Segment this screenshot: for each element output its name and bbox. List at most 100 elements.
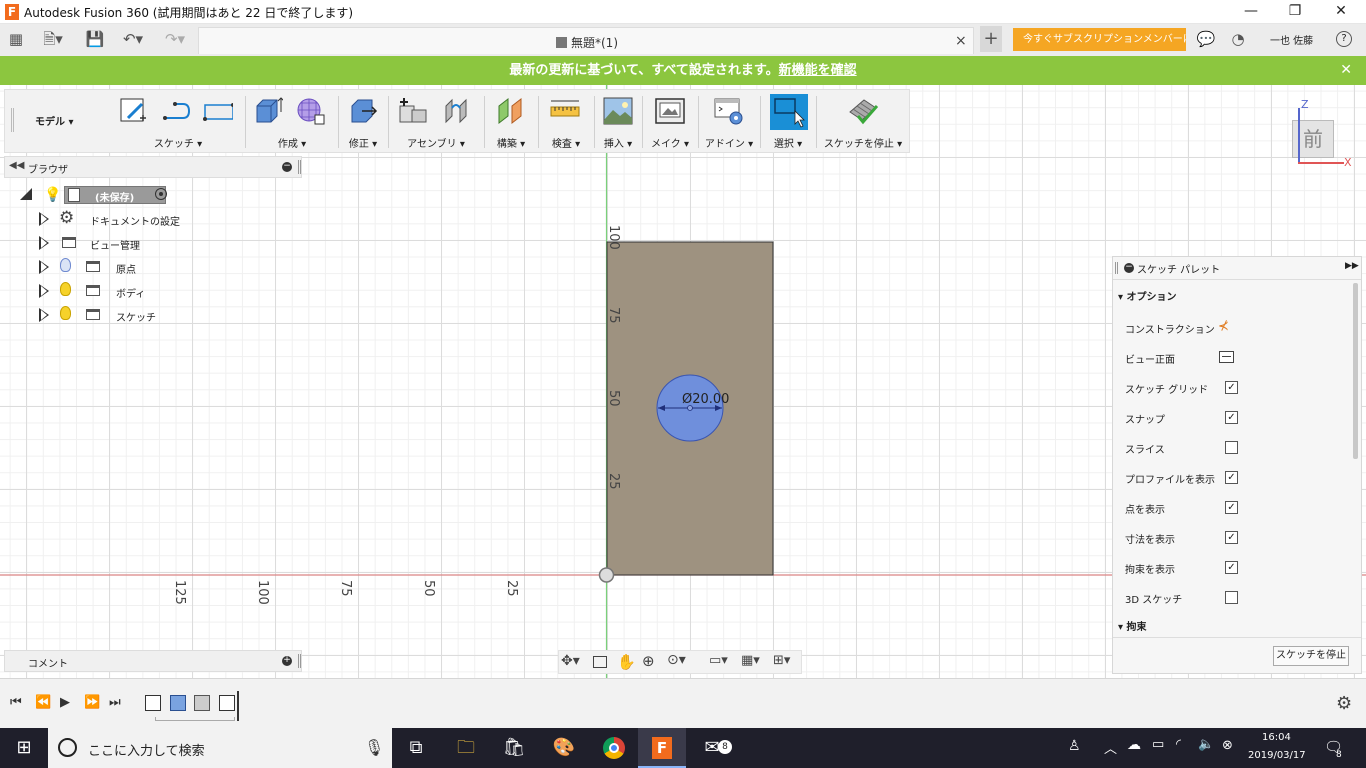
document-tab[interactable]: 無題*(1) × — [198, 27, 974, 54]
palette-scrollbar[interactable] — [1353, 283, 1358, 459]
microphone-icon[interactable]: 🎙 — [364, 738, 384, 757]
comments-grip[interactable] — [298, 654, 301, 668]
visibility-bulb-icon[interactable] — [60, 282, 71, 296]
save-icon[interactable]: 💾 — [84, 24, 106, 54]
visibility-bulb-icon[interactable] — [60, 306, 71, 320]
browser-item-origin[interactable]: 原点 — [38, 255, 298, 279]
file-menu-icon[interactable]: 🗎▾ — [38, 24, 68, 54]
browser-grip[interactable] — [298, 160, 301, 174]
workspace-selector[interactable]: モデル ▾ — [35, 113, 74, 128]
activate-radio-icon[interactable] — [155, 188, 167, 200]
browser-item-named-views[interactable]: ビュー管理 — [38, 231, 298, 255]
store-icon[interactable]: 🛍 — [490, 728, 538, 768]
file-explorer-icon[interactable]: 🗀 — [442, 728, 490, 768]
constraints-section-header[interactable]: ▾ 拘束 — [1118, 618, 1147, 633]
form-icon[interactable] — [295, 96, 325, 126]
palette-expand-icon[interactable]: ▶▶ — [1345, 261, 1359, 271]
maximize-button[interactable]: ❐ — [1272, 0, 1318, 24]
palette-grip[interactable] — [1115, 262, 1118, 274]
timeline-extrude-feature-icon[interactable] — [170, 695, 186, 711]
show-constraints-checkbox[interactable]: ✓ — [1225, 561, 1238, 574]
extrude-icon[interactable] — [253, 96, 285, 126]
clock-time[interactable]: 16:04 — [1262, 732, 1291, 743]
snap-checkbox[interactable]: ✓ — [1225, 411, 1238, 424]
display-settings-icon[interactable]: ▭▾ — [709, 653, 728, 668]
3d-print-icon[interactable] — [655, 96, 685, 126]
construction-line-icon[interactable]: ⊀ — [1218, 319, 1229, 334]
banner-close-icon[interactable]: ✕ — [1340, 56, 1352, 85]
people-icon[interactable]: ♙ — [1068, 738, 1081, 754]
show-hidden-icons-chevron-icon[interactable]: ︿ — [1104, 738, 1117, 757]
viewcube[interactable]: 前 Z X — [1282, 98, 1354, 170]
options-section-header[interactable]: ▾ オプション — [1118, 288, 1177, 303]
visibility-bulb-icon[interactable]: 💡 — [44, 187, 61, 203]
close-button[interactable]: ✕ — [1318, 0, 1364, 24]
step-back-icon[interactable]: ⏪ — [35, 695, 51, 710]
create-sketch-icon[interactable] — [118, 96, 148, 126]
play-icon[interactable]: ▶ — [60, 695, 70, 710]
scripts-addins-icon[interactable] — [714, 96, 744, 126]
show-profile-checkbox[interactable]: ✓ — [1225, 471, 1238, 484]
chrome-icon[interactable] — [590, 728, 638, 768]
step-forward-icon[interactable]: ⏩ — [84, 695, 100, 710]
fusion-360-taskbar-icon[interactable]: F — [638, 728, 686, 768]
volume-icon[interactable]: 🔈 — [1198, 737, 1214, 752]
browser-item-bodies[interactable]: ボディ — [38, 279, 298, 303]
paint-icon[interactable]: 🎨 — [540, 728, 588, 768]
timeline-sketch-feature-icon[interactable] — [145, 695, 161, 711]
clock-date[interactable]: 2019/03/17 — [1248, 750, 1306, 761]
measure-icon[interactable] — [550, 96, 580, 126]
toolbar-grip[interactable] — [11, 108, 14, 132]
expanded-triangle-icon[interactable] — [20, 188, 32, 200]
windows-start-icon[interactable]: ⊞ — [0, 728, 48, 768]
joint-icon[interactable] — [442, 96, 472, 126]
browser-item-sketches[interactable]: スケッチ — [38, 303, 298, 327]
origin-point[interactable] — [598, 567, 615, 583]
pan-icon[interactable]: ✋ — [617, 653, 636, 671]
viewports-icon[interactable]: ⊞▾ — [773, 653, 790, 668]
timeline-settings-gear-icon[interactable]: ⚙ — [1336, 693, 1352, 714]
go-to-start-icon[interactable]: ⏮ — [10, 695, 22, 710]
collapse-browser-icon[interactable]: ◀◀ — [9, 160, 24, 171]
browser-minimize-icon[interactable]: − — [282, 162, 292, 172]
grid-snap-icon[interactable]: ▦▾ — [741, 653, 760, 668]
insert-image-icon[interactable] — [603, 96, 633, 126]
user-name[interactable]: 一也 佐藤 — [1270, 32, 1313, 47]
browser-panel-header[interactable]: ◀◀ ブラウザ − — [4, 156, 302, 178]
comments-panel-header[interactable]: コメント + — [4, 650, 302, 672]
press-pull-icon[interactable] — [348, 96, 378, 126]
help-icon[interactable]: ? — [1336, 31, 1352, 47]
visibility-bulb-off-icon[interactable] — [60, 258, 71, 272]
job-status-icon[interactable]: ◔ — [1226, 24, 1250, 54]
browser-item-document-settings[interactable]: ⚙ ドキュメントの設定 — [38, 207, 298, 231]
data-panel-grid-icon[interactable]: ▦ — [4, 24, 28, 54]
whats-new-link[interactable]: 新機能を確認 — [779, 63, 857, 78]
go-to-end-icon[interactable]: ⏭ — [109, 695, 121, 710]
wifi-icon[interactable]: ◜ — [1176, 737, 1181, 752]
zoom-icon[interactable]: ⊕ — [642, 652, 655, 670]
browser-root-row[interactable]: 💡 (未保存) — [20, 184, 300, 208]
stop-sketch-button[interactable]: スケッチを停止 — [1273, 646, 1349, 666]
rectangle-icon[interactable] — [203, 96, 235, 126]
battery-icon[interactable]: ▭ — [1152, 737, 1164, 752]
show-dimensions-checkbox[interactable]: ✓ — [1225, 531, 1238, 544]
redo-icon[interactable]: ↷▾ — [158, 24, 192, 54]
task-view-icon[interactable]: ⧉ — [392, 728, 440, 768]
stop-sketch-icon[interactable] — [848, 96, 879, 126]
new-component-icon[interactable] — [398, 96, 428, 126]
3d-sketch-checkbox[interactable] — [1225, 591, 1238, 604]
sketch-grid-checkbox[interactable]: ✓ — [1225, 381, 1238, 394]
minimize-button[interactable]: — — [1228, 0, 1274, 24]
timeline-marker[interactable] — [237, 691, 239, 721]
orbit-icon[interactable]: ✥▾ — [561, 653, 580, 669]
taskbar-search-box[interactable]: ここに入力して検索 🎙 — [48, 728, 392, 768]
select-icon[interactable] — [770, 94, 808, 130]
ime-mode-icon[interactable]: ⊗ — [1222, 738, 1233, 753]
new-tab-button[interactable]: + — [980, 26, 1002, 52]
fit-icon[interactable]: ⊙▾ — [667, 652, 686, 668]
document-tab-close-icon[interactable]: × — [955, 33, 967, 49]
undo-icon[interactable]: ↶▾ — [116, 24, 150, 54]
slice-checkbox[interactable] — [1225, 441, 1238, 454]
diameter-dimension-text[interactable]: Ø20.00 — [682, 392, 729, 407]
offset-plane-icon[interactable] — [496, 96, 526, 126]
